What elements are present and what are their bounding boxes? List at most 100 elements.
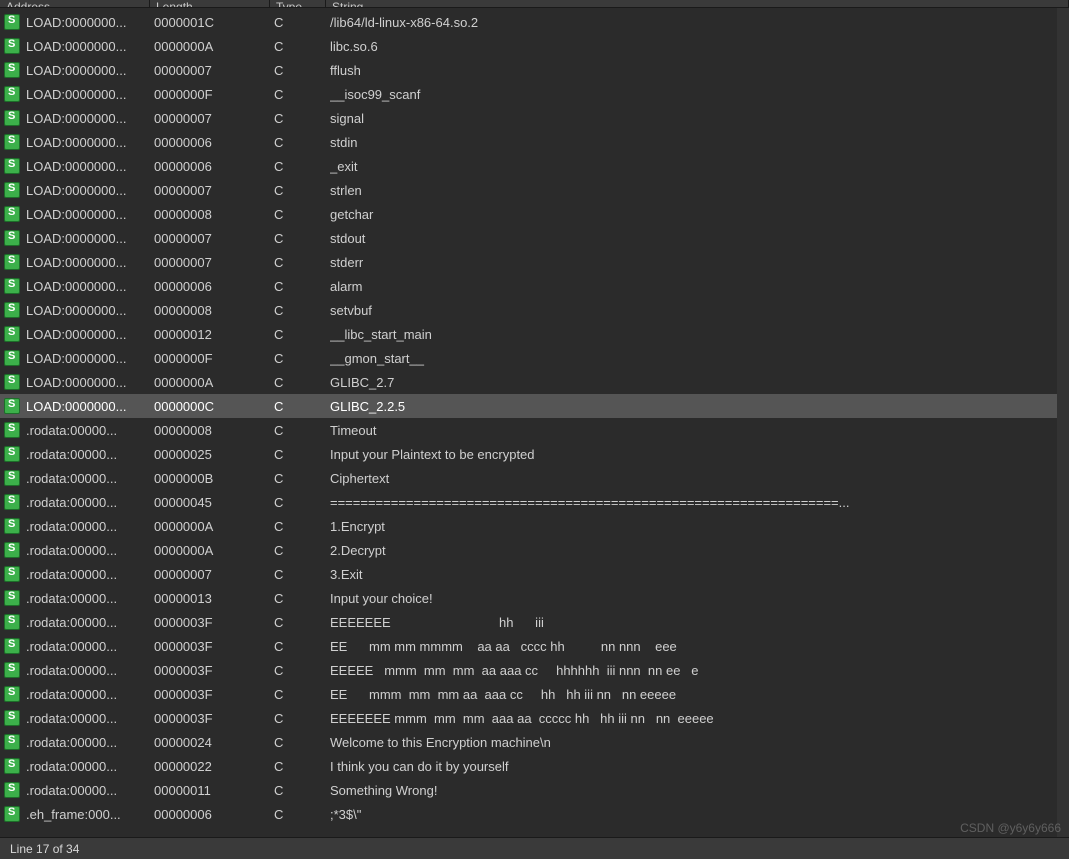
cell-address: .rodata:00000...: [26, 615, 154, 630]
table-row[interactable]: LOAD:0000000...00000007Cfflush: [0, 58, 1069, 82]
strings-table[interactable]: LOAD:0000000...0000001CC/lib64/ld-linux-…: [0, 8, 1069, 826]
cell-address: .rodata:00000...: [26, 495, 154, 510]
cell-type: C: [274, 447, 330, 462]
table-row[interactable]: .eh_frame:000...00000006C;*3$\": [0, 802, 1069, 826]
cell-string: EEEEEEE mmm mm mm aaa aa ccccc hh hh iii…: [330, 711, 1069, 726]
table-row[interactable]: LOAD:0000000...00000008Csetvbuf: [0, 298, 1069, 322]
status-text: Line 17 of 34: [10, 842, 79, 856]
table-row[interactable]: LOAD:0000000...0000000ACGLIBC_2.7: [0, 370, 1069, 394]
table-row[interactable]: .rodata:00000...0000003FCEE mmm mm mm aa…: [0, 682, 1069, 706]
cell-address: LOAD:0000000...: [26, 111, 154, 126]
cell-string: __libc_start_main: [330, 327, 1069, 342]
cell-string: getchar: [330, 207, 1069, 222]
cell-length: 0000003F: [154, 711, 274, 726]
cell-string: stdin: [330, 135, 1069, 150]
cell-type: C: [274, 111, 330, 126]
cell-address: .rodata:00000...: [26, 639, 154, 654]
cell-type: C: [274, 807, 330, 822]
string-icon: [4, 494, 20, 510]
cell-type: C: [274, 39, 330, 54]
cell-address: .rodata:00000...: [26, 759, 154, 774]
cell-address: LOAD:0000000...: [26, 255, 154, 270]
table-row[interactable]: LOAD:0000000...00000007Cstdout: [0, 226, 1069, 250]
table-row[interactable]: LOAD:0000000...00000006Cstdin: [0, 130, 1069, 154]
table-row[interactable]: LOAD:0000000...00000007Cstrlen: [0, 178, 1069, 202]
table-row[interactable]: LOAD:0000000...0000000AClibc.so.6: [0, 34, 1069, 58]
cell-type: C: [274, 255, 330, 270]
cell-type: C: [274, 495, 330, 510]
cell-type: C: [274, 63, 330, 78]
string-icon: [4, 350, 20, 366]
cell-string: /lib64/ld-linux-x86-64.so.2: [330, 15, 1069, 30]
table-row[interactable]: LOAD:0000000...00000006C_exit: [0, 154, 1069, 178]
cell-address: LOAD:0000000...: [26, 375, 154, 390]
cell-address: LOAD:0000000...: [26, 399, 154, 414]
table-row[interactable]: .rodata:00000...0000003FCEEEEE mmm mm mm…: [0, 658, 1069, 682]
table-row[interactable]: .rodata:00000...00000022CI think you can…: [0, 754, 1069, 778]
cell-string: Input your choice!: [330, 591, 1069, 606]
cell-type: C: [274, 399, 330, 414]
cell-address: .rodata:00000...: [26, 591, 154, 606]
table-row[interactable]: .rodata:00000...00000024CWelcome to this…: [0, 730, 1069, 754]
table-row[interactable]: .rodata:00000...0000003FCEEEEEEE mmm mm …: [0, 706, 1069, 730]
table-row[interactable]: .rodata:00000...0000003FCEE mm mm mmmm a…: [0, 634, 1069, 658]
cell-address: .rodata:00000...: [26, 735, 154, 750]
cell-address: .rodata:00000...: [26, 519, 154, 534]
vertical-scrollbar[interactable]: [1057, 8, 1069, 837]
cell-address: LOAD:0000000...: [26, 327, 154, 342]
col-header-address[interactable]: Address: [0, 0, 150, 7]
cell-length: 0000000B: [154, 471, 274, 486]
string-icon: [4, 254, 20, 270]
cell-string: strlen: [330, 183, 1069, 198]
table-row[interactable]: LOAD:0000000...0000000FC__gmon_start__: [0, 346, 1069, 370]
watermark: CSDN @y6y6y666: [960, 821, 1061, 835]
table-row[interactable]: .rodata:00000...00000008CTimeout: [0, 418, 1069, 442]
cell-type: C: [274, 375, 330, 390]
cell-string: Welcome to this Encryption machine\n: [330, 735, 1069, 750]
string-icon: [4, 806, 20, 822]
col-header-type[interactable]: Type: [270, 0, 326, 7]
cell-type: C: [274, 87, 330, 102]
cell-address: LOAD:0000000...: [26, 351, 154, 366]
table-row[interactable]: .rodata:00000...00000011CSomething Wrong…: [0, 778, 1069, 802]
cell-length: 00000007: [154, 111, 274, 126]
cell-type: C: [274, 183, 330, 198]
table-row[interactable]: .rodata:00000...00000045C===============…: [0, 490, 1069, 514]
table-row[interactable]: .rodata:00000...00000025CInput your Plai…: [0, 442, 1069, 466]
table-row[interactable]: LOAD:0000000...00000007Cstderr: [0, 250, 1069, 274]
cell-length: 0000003F: [154, 639, 274, 654]
col-header-length[interactable]: Length: [150, 0, 270, 7]
col-header-string[interactable]: String: [326, 0, 1069, 7]
string-icon: [4, 566, 20, 582]
table-row[interactable]: LOAD:0000000...00000008Cgetchar: [0, 202, 1069, 226]
table-row[interactable]: LOAD:0000000...00000007Csignal: [0, 106, 1069, 130]
table-row[interactable]: .rodata:00000...00000013CInput your choi…: [0, 586, 1069, 610]
table-row[interactable]: LOAD:0000000...0000000CCGLIBC_2.2.5: [0, 394, 1069, 418]
cell-length: 00000022: [154, 759, 274, 774]
table-row[interactable]: LOAD:0000000...0000001CC/lib64/ld-linux-…: [0, 10, 1069, 34]
table-row[interactable]: LOAD:0000000...00000012C__libc_start_mai…: [0, 322, 1069, 346]
table-row[interactable]: LOAD:0000000...0000000FC__isoc99_scanf: [0, 82, 1069, 106]
table-row[interactable]: .rodata:00000...0000000AC1.Encrypt: [0, 514, 1069, 538]
cell-type: C: [274, 687, 330, 702]
cell-string: GLIBC_2.7: [330, 375, 1069, 390]
cell-string: _exit: [330, 159, 1069, 174]
cell-length: 00000006: [154, 279, 274, 294]
string-icon: [4, 38, 20, 54]
cell-address: LOAD:0000000...: [26, 39, 154, 54]
table-row[interactable]: LOAD:0000000...00000006Calarm: [0, 274, 1069, 298]
cell-string: EE mmm mm mm aa aaa cc hh hh iii nn nn e…: [330, 687, 1069, 702]
table-row[interactable]: .rodata:00000...0000003FCEEEEEEE hh iii: [0, 610, 1069, 634]
cell-type: C: [274, 639, 330, 654]
table-row[interactable]: .rodata:00000...00000007C3.Exit: [0, 562, 1069, 586]
string-icon: [4, 134, 20, 150]
string-icon: [4, 422, 20, 438]
table-row[interactable]: .rodata:00000...0000000BCCiphertext: [0, 466, 1069, 490]
string-icon: [4, 398, 20, 414]
table-row[interactable]: .rodata:00000...0000000AC2.Decrypt: [0, 538, 1069, 562]
cell-length: 00000007: [154, 63, 274, 78]
table-header: Address Length Type String: [0, 0, 1069, 8]
cell-address: LOAD:0000000...: [26, 183, 154, 198]
cell-length: 00000007: [154, 183, 274, 198]
cell-type: C: [274, 279, 330, 294]
